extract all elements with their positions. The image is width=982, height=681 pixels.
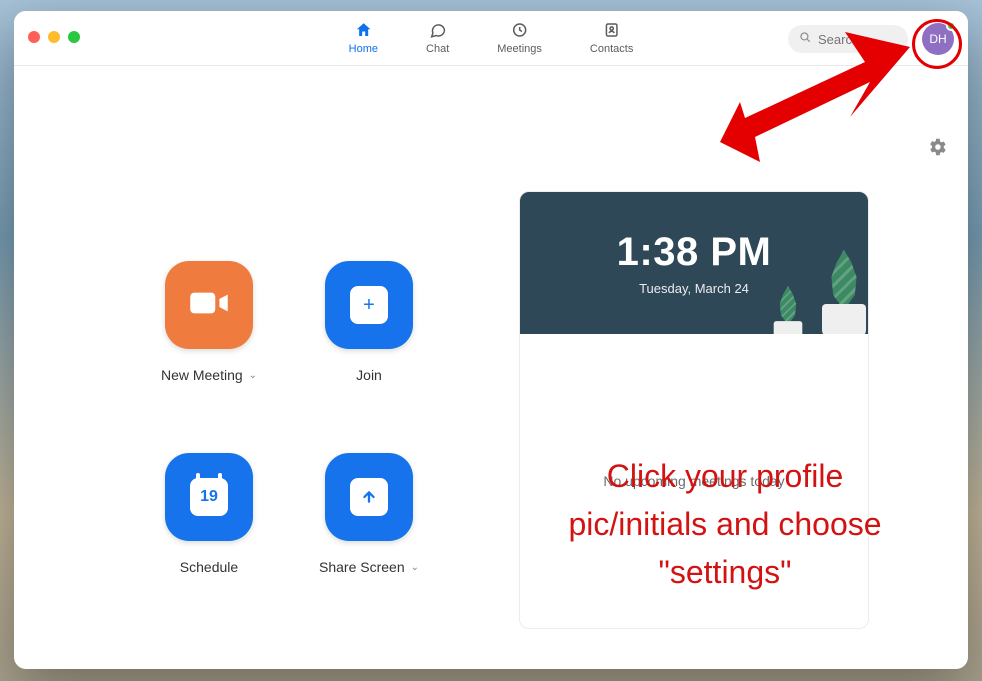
plus-glyph: + [363,294,375,317]
plant-decoration [769,285,808,334]
share-screen-label: Share Screen [319,559,405,575]
video-icon [184,278,234,333]
window-controls [28,31,80,43]
tab-contacts[interactable]: Contacts [586,21,637,55]
chat-icon [428,21,448,39]
schedule-label: Schedule [180,559,238,575]
action-share-screen: Share Screen ⌄ [294,453,444,575]
share-arrow-icon [350,478,388,516]
settings-button[interactable] [926,136,948,158]
contacts-icon [602,21,622,39]
action-join: + Join [294,261,444,383]
tab-home[interactable]: Home [345,21,382,55]
app-window: Home Chat Meetings Contacts [14,11,968,669]
home-icon [353,21,373,39]
join-button[interactable]: + [325,261,413,349]
main-content: New Meeting ⌄ + Join 19 [14,66,968,669]
gear-icon [926,136,948,158]
action-new-meeting: New Meeting ⌄ [134,261,284,383]
search-icon [798,30,812,49]
schedule-button[interactable]: 19 [165,453,253,541]
avatar-initials: DH [929,32,946,46]
new-meeting-label-row[interactable]: New Meeting ⌄ [161,367,257,383]
window-fullscreen-button[interactable] [68,31,80,43]
window-minimize-button[interactable] [48,31,60,43]
tab-chat[interactable]: Chat [422,21,453,55]
profile-avatar[interactable]: DH [922,23,954,55]
current-time: 1:38 PM [617,230,772,275]
calendar-panel: 1:38 PM Tuesday, March 24 No upcoming me… [519,191,869,629]
calendar-icon: 19 [190,478,228,516]
tab-meetings-label: Meetings [497,43,542,55]
plant-decoration [814,248,868,334]
chevron-down-icon: ⌄ [249,370,257,381]
tab-chat-label: Chat [426,43,449,55]
no-meetings-text: No upcoming meetings today [603,473,784,489]
plus-icon: + [350,286,388,324]
window-close-button[interactable] [28,31,40,43]
upcoming-meetings-empty: No upcoming meetings today [520,334,868,628]
presence-indicator [946,21,956,31]
calendar-header: 1:38 PM Tuesday, March 24 [520,192,868,334]
search-input[interactable] [818,32,898,47]
new-meeting-button[interactable] [165,261,253,349]
current-date: Tuesday, March 24 [639,281,749,296]
new-meeting-label: New Meeting [161,367,243,383]
share-screen-label-row[interactable]: Share Screen ⌄ [319,559,419,575]
search-field[interactable] [788,25,908,53]
tab-home-label: Home [349,43,378,55]
chevron-down-icon: ⌄ [411,562,419,573]
clock-icon [510,21,530,39]
action-grid: New Meeting ⌄ + Join 19 [134,261,444,575]
action-schedule: 19 Schedule [134,453,284,575]
titlebar: Home Chat Meetings Contacts [14,11,968,66]
tab-meetings[interactable]: Meetings [493,21,546,55]
calendar-day: 19 [200,488,218,506]
tab-contacts-label: Contacts [590,43,633,55]
share-screen-button[interactable] [325,453,413,541]
join-label: Join [356,367,382,383]
nav-tabs: Home Chat Meetings Contacts [345,11,638,65]
